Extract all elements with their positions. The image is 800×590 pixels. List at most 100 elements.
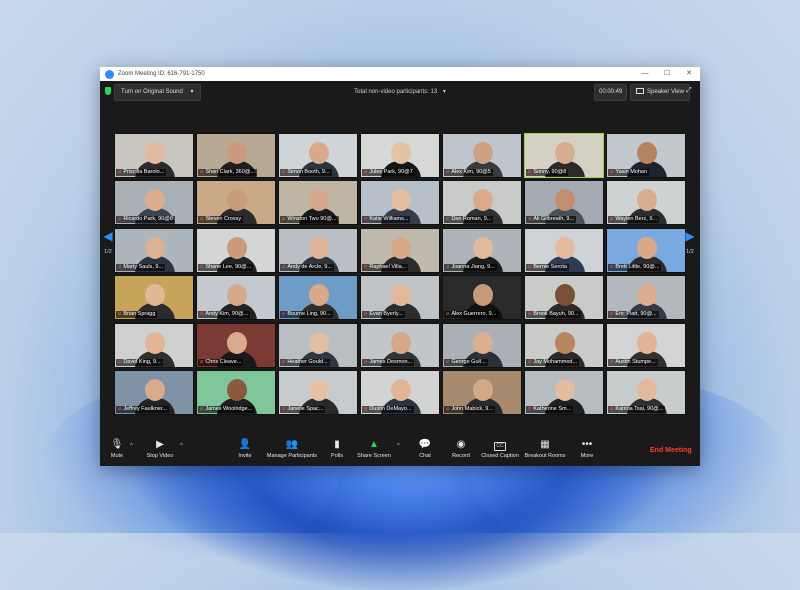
participant-name: Dan Roman, 9... xyxy=(451,216,492,223)
record-label: Record xyxy=(452,453,470,459)
closed-caption-button[interactable]: CC Closed Caption xyxy=(480,438,520,459)
participant-head xyxy=(145,378,165,401)
total-participants-caret-icon[interactable]: ▾ xyxy=(443,89,446,95)
participant-tile[interactable]: ⌀ Ali Gilbreath, 9... xyxy=(524,180,604,226)
participant-tile[interactable]: ⌀ Katherine Sm... xyxy=(524,369,604,415)
participant-tile[interactable]: ⌀ Marty Sauls, 9... xyxy=(114,227,194,273)
audio-options-caret-icon[interactable]: ^ xyxy=(130,443,133,449)
stop-video-button[interactable]: ▶ Stop Video xyxy=(142,438,178,459)
participant-name: George Gull... xyxy=(451,358,486,365)
participant-name-label: ⌀ Heather Gould... xyxy=(280,358,330,366)
manage-participants-button[interactable]: 👥 Manage Participants xyxy=(264,438,320,459)
meeting-top-bar: Turn on Original Sound ▾ Total non-video… xyxy=(100,81,700,103)
participant-tile[interactable]: ⌀ Shari Clark, 360@... xyxy=(196,133,276,178)
participant-name: Yasin Mohan xyxy=(615,169,648,175)
participant-tile[interactable]: ⌀ Brian Spragg xyxy=(114,275,194,321)
participant-name: Katherine Sm... xyxy=(533,405,572,412)
fullscreen-icon[interactable]: ⤢ xyxy=(686,87,694,95)
previous-page-button[interactable]: ◀ 1/2 xyxy=(102,223,114,283)
participant-name: David King, 9... xyxy=(123,358,161,365)
participant-tile[interactable]: ⌀ Winston Twu 90@... xyxy=(278,180,358,226)
participant-name: Brian Spragg xyxy=(123,311,156,318)
participant-tile[interactable]: ⌀ Katie Williams... xyxy=(360,180,440,226)
share-screen-button[interactable]: ▲ Share Screen xyxy=(356,438,392,459)
participant-tile[interactable]: ⌀ Joanna Jiang, 9... xyxy=(442,227,522,273)
minimize-button[interactable]: — xyxy=(634,67,656,81)
participant-tile[interactable]: ⌀ Jeffrey Faulkner... xyxy=(114,369,194,415)
participant-head xyxy=(309,378,329,401)
share-screen-icon: ▲ xyxy=(369,439,379,450)
participant-name-label: ⌀ James Desmon... xyxy=(362,358,415,366)
participant-tile[interactable]: ⌀ Andy de Arcle, 9... xyxy=(278,227,358,273)
participant-head xyxy=(145,142,165,164)
participant-tile[interactable]: ⌀ Dan Roman, 9... xyxy=(442,180,522,226)
muted-mic-icon: ⌀ xyxy=(282,311,286,318)
muted-mic-icon: ⌀ xyxy=(528,358,532,365)
close-button[interactable]: ✕ xyxy=(678,67,700,81)
muted-mic-icon: ⌀ xyxy=(364,311,368,318)
participant-tile[interactable]: ⌀ George Gull... xyxy=(442,322,522,368)
participant-tile[interactable]: ⌀ Brett Little, 90@... xyxy=(606,227,686,273)
participant-name-label: ⌀ Joanna Jiang, 9... xyxy=(444,263,497,271)
invite-label: Invite xyxy=(238,453,252,459)
participant-tile[interactable]: ⌀ Alex Guerrero, 9... xyxy=(442,275,522,321)
chat-button[interactable]: 💬 Chat xyxy=(414,438,436,459)
participant-tile[interactable]: ⌀ Chris Cleave... xyxy=(196,322,276,368)
participant-tile[interactable]: ⌀ Janelle Spac... xyxy=(278,369,358,415)
speaker-view-button[interactable]: Speaker View xyxy=(630,84,690,101)
more-button[interactable]: ••• More xyxy=(576,438,598,459)
participant-name: Eric Platt, 90@... xyxy=(615,311,657,318)
participant-tile[interactable]: ⌀ Waylen Berz, 9... xyxy=(606,180,686,226)
participant-tile[interactable]: ⌀ Raphael Villa... xyxy=(360,227,440,273)
participant-tile[interactable]: ⌀ Simon Booth, 9... xyxy=(278,133,358,178)
breakout-rooms-button[interactable]: ▦ Breakout Rooms xyxy=(522,438,568,459)
participant-tile[interactable]: ⌀ Yasin Mohan xyxy=(606,133,686,178)
participant-tile[interactable]: ⌀ Jay Mohammed... xyxy=(524,322,604,368)
end-meeting-button[interactable]: End Meeting xyxy=(650,447,692,454)
participant-tile[interactable]: ⌀ David King, 9... xyxy=(114,322,194,368)
video-options-caret-icon[interactable]: ^ xyxy=(180,443,183,449)
participant-name-label: ⌀ Brook Bayuh, 90... xyxy=(526,311,581,319)
muted-mic-icon: ⌀ xyxy=(610,405,614,412)
participant-tile[interactable]: ⌀ James Woolridge... xyxy=(196,369,276,415)
participant-tile[interactable]: ⌀ James Desmon... xyxy=(360,322,440,368)
participant-tile[interactable]: ⌀ Eric Platt, 90@... xyxy=(606,275,686,321)
muted-mic-icon: ⌀ xyxy=(528,169,532,175)
participant-tile[interactable]: ⌀ Bernie Serota xyxy=(524,227,604,273)
participant-tile[interactable]: ⌀ Evan Byerly... xyxy=(360,275,440,321)
mute-button[interactable]: 🎙 Mute xyxy=(106,438,128,459)
participant-tile[interactable]: ⌀ Alex Kim, 90@5 xyxy=(442,133,522,178)
participant-tile[interactable]: ⌀ Jules Park, 90@7 xyxy=(360,133,440,178)
polls-button[interactable]: ▮ Polls xyxy=(326,438,348,459)
participant-head xyxy=(637,331,657,354)
participant-tile[interactable]: ⌀ Dustin DeMayo... xyxy=(360,369,440,415)
share-options-caret-icon[interactable]: ^ xyxy=(397,443,400,449)
participant-tile[interactable]: ⌀ Andy Kim, 90@... xyxy=(196,275,276,321)
participant-name-label: ⌀ Alex Guerrero, 9... xyxy=(444,311,499,319)
participant-head xyxy=(145,331,165,354)
participant-tile[interactable]: ⌀ Priscilla Barolo... xyxy=(114,133,194,178)
participant-tile[interactable]: ⌀ Brook Bayuh, 90... xyxy=(524,275,604,321)
meeting-timer: 00:00:49 xyxy=(594,84,628,101)
muted-mic-icon: ⌀ xyxy=(446,405,450,412)
participants-icon: 👥 xyxy=(285,439,299,450)
next-page-button[interactable]: ▶ 1/2 xyxy=(684,223,696,283)
participant-tile[interactable]: ⌀ Shane Lee, 90@... xyxy=(196,227,276,273)
record-button[interactable]: ◉ Record xyxy=(448,438,474,459)
invite-button[interactable]: 👤 Invite xyxy=(234,438,256,459)
participant-tile[interactable]: ⌀ Katrina Tsai, 90@... xyxy=(606,369,686,415)
participant-tile[interactable]: ⌀ John Mabick, 9... xyxy=(442,369,522,415)
participant-grid: ⌀ Priscilla Barolo... ⌀ Shari Clark, 360@..… xyxy=(114,133,686,415)
participant-tile[interactable]: ⌀ Bourne Ling, 90... xyxy=(278,275,358,321)
participant-name-label: ⌀ Katie Williams... xyxy=(362,216,411,224)
maximize-button[interactable]: ☐ xyxy=(656,67,678,81)
muted-mic-icon: ⌀ xyxy=(528,311,532,318)
participant-tile[interactable]: ⌀ Heather Gould... xyxy=(278,322,358,368)
participant-tile[interactable]: ⌀ Ricardo Park, 90@8 xyxy=(114,180,194,226)
arrow-left-icon: ◀ xyxy=(103,229,113,243)
muted-mic-icon: ⌀ xyxy=(282,169,286,175)
participant-tile[interactable]: ⌀ Steven Crossy xyxy=(196,180,276,226)
participant-tile[interactable]: ⌀ Austin Stumpe... xyxy=(606,322,686,368)
participant-name-label: ⌀ Bernie Serota xyxy=(526,263,569,271)
participant-tile[interactable]: ⌀ Sonny, 90@8 xyxy=(524,133,604,178)
